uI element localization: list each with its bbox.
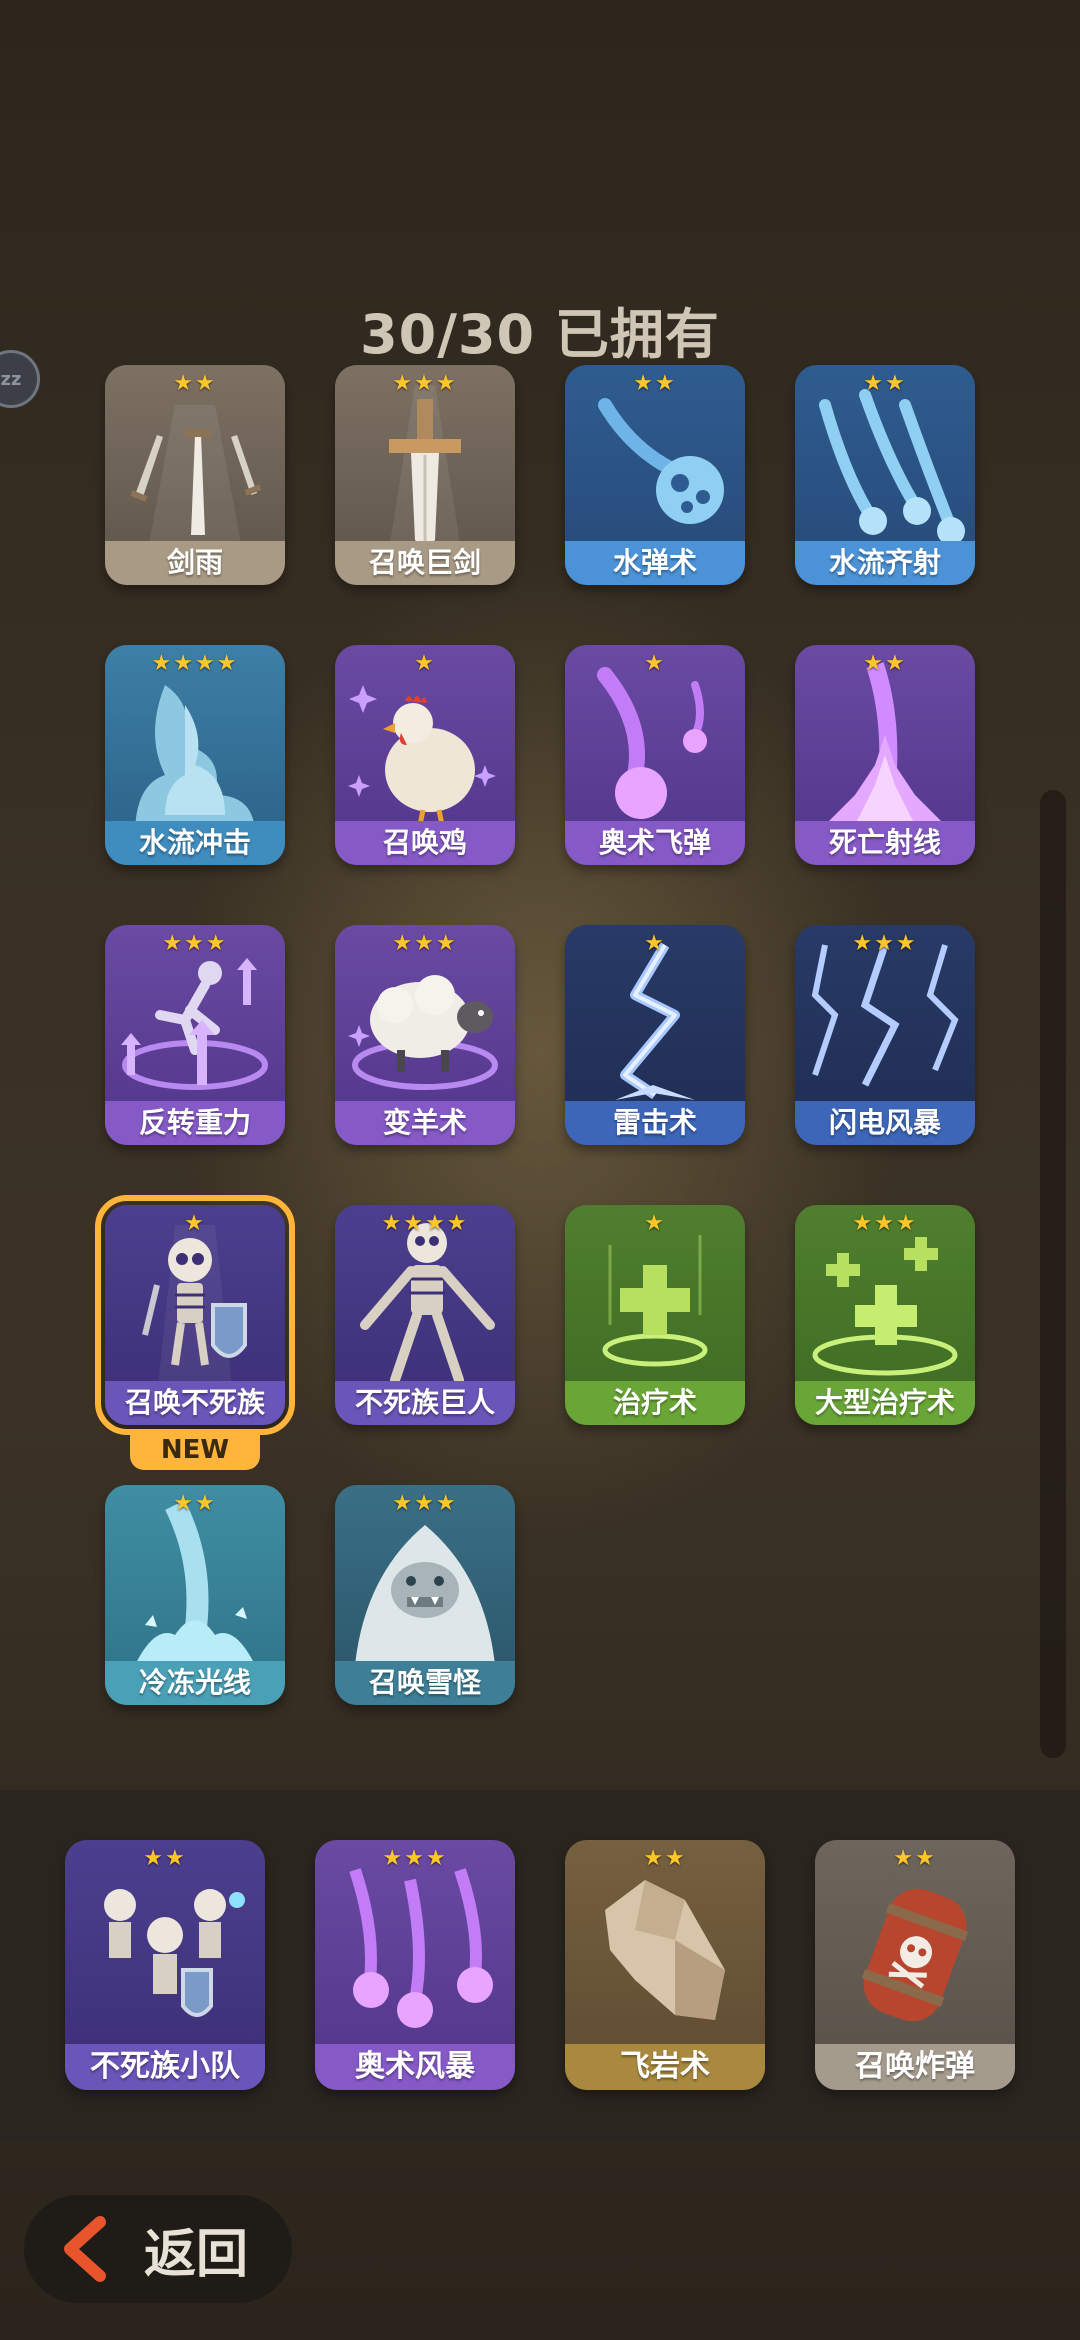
equipped-card-undead-squad[interactable]: ★★ 不死族小队	[65, 1840, 265, 2090]
equipped-card-summon-bomb[interactable]: ★★ 召唤炸弹	[815, 1840, 1015, 2090]
star-rating: ★★★	[392, 1491, 458, 1516]
spell-card-greater-heal[interactable]: ★★★ 大型治疗术	[795, 1205, 975, 1425]
star-rating: ★★★	[852, 931, 918, 956]
star-rating: ★	[184, 1211, 206, 1236]
spell-name: 治疗术	[565, 1381, 745, 1425]
star-rating: ★★★	[392, 371, 458, 396]
star-rating: ★★	[893, 1846, 937, 1871]
spell-name: 反转重力	[105, 1101, 285, 1145]
star-rating: ★★★	[162, 931, 228, 956]
star-rating: ★★	[173, 1491, 217, 1516]
star-rating: ★★★★	[151, 651, 239, 676]
spell-card-sword-rain[interactable]: ★★ 剑雨	[105, 365, 285, 585]
spell-name: 雷击术	[565, 1101, 745, 1145]
star-rating: ★★	[173, 371, 217, 396]
star-rating: ★	[644, 651, 666, 676]
spell-name: 召唤炸弹	[815, 2044, 1015, 2090]
spell-name: 水弹术	[565, 541, 745, 585]
spell-card-death-ray[interactable]: ★★ 死亡射线	[795, 645, 975, 865]
spell-name: 不死族巨人	[335, 1381, 515, 1425]
spell-name: 死亡射线	[795, 821, 975, 865]
spell-card-freeze-ray[interactable]: ★★ 冷冻光线	[105, 1485, 285, 1705]
star-rating: ★★	[633, 371, 677, 396]
star-rating: ★	[644, 1211, 666, 1236]
spell-card-reverse-gravity[interactable]: ★★★ 反转重力	[105, 925, 285, 1145]
spell-name: 召唤巨剑	[335, 541, 515, 585]
star-rating: ★	[414, 651, 436, 676]
spell-card-water-ball[interactable]: ★★ 水弹术	[565, 365, 745, 585]
spell-name: 冷冻光线	[105, 1661, 285, 1705]
spell-card-summon-undead[interactable]: ★ 召唤不死族	[95, 1195, 295, 1435]
spell-name: 召唤不死族	[105, 1381, 285, 1425]
spell-card-summon-yeti[interactable]: ★★★ 召唤雪怪	[335, 1485, 515, 1705]
spell-card-polymorph-sheep[interactable]: ★★★ 变羊术	[335, 925, 515, 1145]
back-label: 返回	[144, 2224, 249, 2285]
spell-name: 变羊术	[335, 1101, 515, 1145]
star-rating: ★	[644, 931, 666, 956]
spell-card-arcane-missile[interactable]: ★ 奥术飞弹	[565, 645, 745, 865]
star-rating: ★★★★	[381, 1211, 469, 1236]
spell-card-lightning-strike[interactable]: ★ 雷击术	[565, 925, 745, 1145]
spell-name: 奥术飞弹	[565, 821, 745, 865]
spell-name: 不死族小队	[65, 2044, 265, 2090]
scrollbar[interactable]	[1040, 790, 1066, 1758]
star-rating: ★★★	[382, 1846, 448, 1871]
equipped-card-arcane-storm[interactable]: ★★★ 奥术风暴	[315, 1840, 515, 2090]
spell-card-water-volley[interactable]: ★★ 水流齐射	[795, 365, 975, 585]
spell-name: 剑雨	[105, 541, 285, 585]
star-rating: ★★	[143, 1846, 187, 1871]
spell-name: 飞岩术	[565, 2044, 765, 2090]
spell-card-lightning-storm[interactable]: ★★★ 闪电风暴	[795, 925, 975, 1145]
new-badge: NEW	[130, 1430, 260, 1470]
spell-card-water-burst[interactable]: ★★★★ 水流冲击	[105, 645, 285, 865]
spell-card-undead-giant[interactable]: ★★★★ 不死族巨人	[335, 1205, 515, 1425]
spell-name: 大型治疗术	[795, 1381, 975, 1425]
equipped-card-flying-rock[interactable]: ★★ 飞岩术	[565, 1840, 765, 2090]
spell-name: 召唤鸡	[335, 821, 515, 865]
spell-name: 奥术风暴	[315, 2044, 515, 2090]
spell-name: 召唤雪怪	[335, 1661, 515, 1705]
star-rating: ★★★	[392, 931, 458, 956]
spell-name: 水流齐射	[795, 541, 975, 585]
star-rating: ★★	[643, 1846, 687, 1871]
chevron-left-icon	[64, 2216, 106, 2282]
star-rating: ★★	[863, 371, 907, 396]
back-button[interactable]: 返回	[24, 2195, 292, 2303]
spell-name: 闪电风暴	[795, 1101, 975, 1145]
spell-card-summon-chicken[interactable]: ★ 召唤鸡	[335, 645, 515, 865]
spell-card-heal[interactable]: ★ 治疗术	[565, 1205, 745, 1425]
spell-name: 水流冲击	[105, 821, 285, 865]
star-rating: ★★	[863, 651, 907, 676]
equipped-spells-panel: ★★ 不死族小队 ★★★ 奥术风暴 ★★ 飞岩术 ★★ 召唤炸弹	[0, 1790, 1080, 2140]
title: 30/30 已拥有	[360, 303, 720, 366]
spell-card-giant-sword[interactable]: ★★★ 召唤巨剑	[335, 365, 515, 585]
star-rating: ★★★	[852, 1211, 918, 1236]
